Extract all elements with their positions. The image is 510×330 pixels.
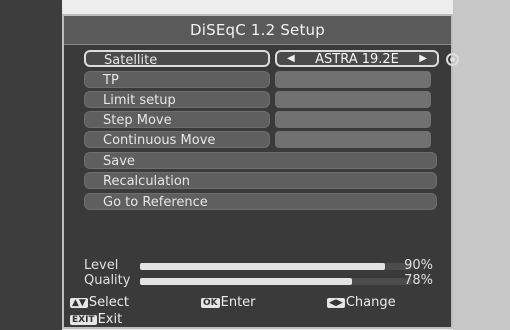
go-to-reference-label: Go to Reference [103, 195, 208, 210]
menu-item-go-to-reference[interactable]: Go to Reference [76, 193, 438, 210]
menu-item-step-move[interactable]: Step Move [76, 111, 438, 128]
footer-hints: ▲▼ Select OK Enter ◀▶ Change [64, 295, 451, 311]
target-icon [446, 53, 459, 66]
hint-enter: OK Enter [201, 295, 256, 310]
step-move-label: Step Move [103, 113, 172, 128]
ok-key-icon: OK [201, 298, 220, 308]
menu-item-satellite[interactable]: Satellite ◀ ASTRA 19.2E ▶ [76, 50, 459, 68]
satellite-label-box[interactable]: Satellite [84, 50, 270, 68]
level-label: Level [84, 258, 119, 273]
step-move-value-box[interactable] [275, 111, 431, 128]
diseqc-setup-panel: DiSEqC 1.2 Setup Satellite ◀ ASTRA 19.2E… [62, 14, 459, 329]
menu-item-limit-setup[interactable]: Limit setup [76, 91, 438, 108]
tp-value-box[interactable] [275, 71, 431, 88]
screen-frame: DiSEqC 1.2 Setup Satellite ◀ ASTRA 19.2E… [0, 0, 510, 330]
hint-exit: EXIT Exit [70, 312, 122, 327]
exit-key-icon: EXIT [70, 315, 97, 325]
level-meter [140, 263, 412, 270]
level-meter-fill [140, 263, 385, 270]
hint-change: ◀▶ Change [327, 295, 396, 310]
menu-list: Satellite ◀ ASTRA 19.2E ▶ TP Limit setup [76, 48, 459, 228]
hint-exit-label: Exit [97, 312, 123, 327]
tp-label: TP [103, 73, 119, 88]
recalculation-label: Recalculation [103, 174, 191, 189]
menu-item-recalculation[interactable]: Recalculation [76, 172, 438, 189]
recalculation-button[interactable]: Recalculation [84, 172, 437, 189]
title-bar: DiSEqC 1.2 Setup [64, 16, 451, 45]
footer-exit: EXIT Exit [64, 312, 451, 328]
level-percent: 90% [404, 258, 433, 273]
satellite-selector[interactable]: ◀ ASTRA 19.2E ▶ [275, 50, 439, 67]
quality-percent: 78% [404, 273, 433, 288]
left-right-key-icon: ◀▶ [327, 298, 345, 308]
menu-item-continuous-move[interactable]: Continuous Move [76, 131, 438, 148]
quality-meter-fill [140, 278, 353, 285]
right-bezel [453, 0, 510, 330]
quality-meter [140, 278, 412, 285]
menu-item-save[interactable]: Save [76, 152, 438, 169]
step-move-label-box[interactable]: Step Move [84, 111, 270, 128]
window-title: DiSEqC 1.2 Setup [190, 21, 325, 39]
hint-select-label: Select [88, 295, 129, 310]
continuous-move-label-box[interactable]: Continuous Move [84, 131, 270, 148]
tp-label-box[interactable]: TP [84, 71, 270, 88]
satellite-value: ASTRA 19.2E [315, 52, 399, 67]
continuous-move-value-box[interactable] [275, 131, 431, 148]
arrow-right-icon[interactable]: ▶ [419, 53, 427, 64]
limit-setup-label-box[interactable]: Limit setup [84, 91, 270, 108]
limit-setup-label: Limit setup [103, 93, 176, 108]
left-bezel [0, 0, 62, 330]
up-down-key-icon: ▲▼ [70, 298, 88, 308]
hint-enter-label: Enter [220, 295, 256, 310]
go-to-reference-button[interactable]: Go to Reference [84, 193, 437, 210]
satellite-label: Satellite [104, 53, 158, 68]
save-label: Save [103, 154, 135, 169]
save-button[interactable]: Save [84, 152, 437, 169]
limit-setup-value-box[interactable] [275, 91, 431, 108]
hint-change-label: Change [345, 295, 396, 310]
quality-label: Quality [84, 273, 131, 288]
continuous-move-label: Continuous Move [103, 133, 216, 148]
hint-select: ▲▼ Select [70, 295, 129, 310]
menu-item-tp[interactable]: TP [76, 71, 438, 88]
